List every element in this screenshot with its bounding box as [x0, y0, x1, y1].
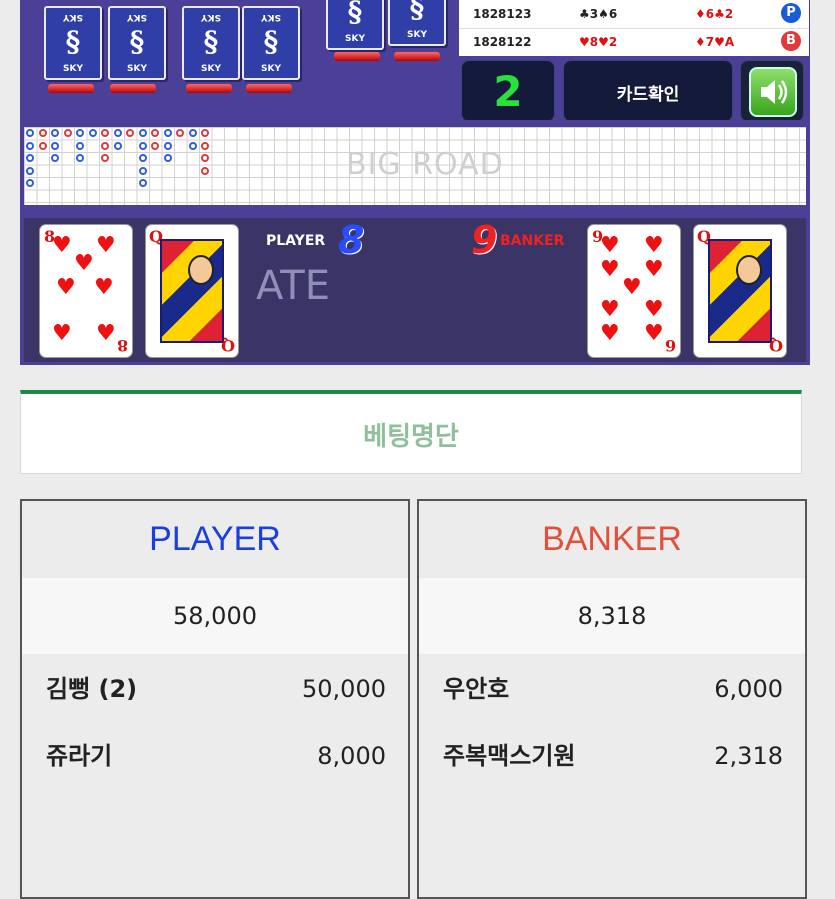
- road-bead: [63, 129, 72, 137]
- road-bead: [26, 166, 34, 175]
- round-history-table: 1828123 ♣3♠6 ♦6♣2 P 1828122 ♥8♥2 ♦7♥A B: [459, 0, 809, 56]
- queen-face: [708, 239, 772, 343]
- road-bead: [113, 129, 122, 137]
- road-bead: [101, 129, 109, 137]
- result-frame: ATE 8 ♥ ♥ ♥ ♥ ♥ ♥ ♥ 8 Q Q PLAYER 8 9 BAN…: [20, 210, 810, 365]
- banker-card-1: 9 ♥ ♥ ♥ ♥ ♥ ♥ ♥ ♥ ♥ 6: [588, 225, 680, 357]
- road-bead: [126, 129, 134, 137]
- road-bead: [26, 154, 34, 162]
- road-bead: [138, 129, 147, 137]
- card-deck: SKY § SKY: [44, 6, 102, 80]
- banker-label: BANKER: [500, 233, 565, 249]
- card-deck: § SKY: [388, 0, 446, 46]
- road-bead: [88, 129, 97, 137]
- big-road-frame: BIG ROAD: [20, 120, 810, 220]
- road-bead: [138, 179, 147, 187]
- road-bead: [201, 141, 209, 150]
- card-tray: [394, 52, 440, 61]
- card-deck: § SKY: [326, 0, 384, 50]
- player-total: 58,000: [22, 578, 408, 654]
- road-bead: [76, 154, 84, 162]
- player-label: PLAYER: [266, 233, 326, 249]
- road-bead: [138, 154, 147, 162]
- road-bead: [201, 129, 209, 137]
- round-counter: 2: [461, 60, 555, 122]
- road-bead: [26, 141, 34, 150]
- player-win-badge: P: [781, 3, 801, 23]
- card-tray: [334, 52, 380, 61]
- bet-entry: 주복맥스기원 2,318: [443, 742, 783, 770]
- result-panel: ATE 8 ♥ ♥ ♥ ♥ ♥ ♥ ♥ 8 Q Q PLAYER 8 9 BAN…: [24, 218, 806, 362]
- card-deck: SKY § SKY: [108, 6, 166, 80]
- player-score: 8: [338, 218, 365, 262]
- banker-card-2: Q Q: [694, 225, 786, 357]
- road-bead: [188, 129, 197, 137]
- road-bead: [113, 141, 122, 150]
- card-tray: [186, 84, 232, 93]
- road-bead: [76, 141, 84, 150]
- big-road-grid: BIG ROAD: [24, 127, 806, 205]
- road-bead: [201, 166, 209, 175]
- history-row: 1828122 ♥8♥2 ♦7♥A B: [459, 28, 809, 56]
- bet-entry: 쥬라기 8,000: [46, 742, 386, 770]
- road-bead: [26, 179, 34, 187]
- bet-entry: 김뻥 (2) 50,000: [46, 675, 386, 703]
- card-tray: [246, 84, 292, 93]
- road-bead: [163, 154, 172, 162]
- road-bead: [51, 141, 59, 150]
- bet-entry: 우안호 6,000: [443, 675, 783, 703]
- road-bead: [188, 141, 197, 150]
- road-bead: [38, 129, 47, 137]
- sound-toggle-button[interactable]: [740, 60, 804, 122]
- road-bead: [163, 129, 172, 137]
- banker-panel-title: BANKER: [419, 501, 805, 580]
- card-deck: SKY § SKY: [242, 6, 300, 80]
- road-bead: [51, 154, 59, 162]
- card-check-button[interactable]: 카드확인: [563, 60, 733, 122]
- betting-list-title: 베팅명단: [363, 422, 459, 452]
- road-bead: [176, 129, 184, 137]
- banker-bets-panel: BANKER 8,318 우안호 6,000 주복맥스기원 2,318: [417, 499, 807, 899]
- card-deck: SKY § SKY: [182, 6, 240, 80]
- banker-score: 9: [471, 218, 498, 262]
- banker-total: 8,318: [419, 578, 805, 654]
- road-bead: [51, 129, 59, 137]
- road-bead: [26, 129, 34, 137]
- card-tray: [110, 84, 156, 93]
- road-bead: [138, 166, 147, 175]
- betting-list-header: 베팅명단: [20, 390, 802, 474]
- card-tray: [48, 84, 94, 93]
- road-bead: [76, 129, 84, 137]
- player-card-2: Q Q: [146, 225, 238, 357]
- player-bets-panel: PLAYER 58,000 김뻥 (2) 50,000 쥬라기 8,000: [20, 499, 410, 899]
- road-bead: [151, 129, 159, 137]
- queen-face: [160, 239, 224, 343]
- road-bead: [101, 141, 109, 150]
- road-bead: [163, 141, 172, 150]
- road-bead: [38, 141, 47, 150]
- speaker-icon: [749, 67, 797, 117]
- player-card-1: 8 ♥ ♥ ♥ ♥ ♥ ♥ ♥ 8: [40, 225, 132, 357]
- road-bead: [101, 154, 109, 162]
- history-row: 1828123 ♣3♠6 ♦6♣2 P: [459, 0, 809, 29]
- banker-win-badge: B: [781, 31, 801, 51]
- player-panel-title: PLAYER: [22, 501, 408, 580]
- road-bead: [201, 154, 209, 162]
- road-bead: [138, 141, 147, 150]
- road-bead: [151, 141, 159, 150]
